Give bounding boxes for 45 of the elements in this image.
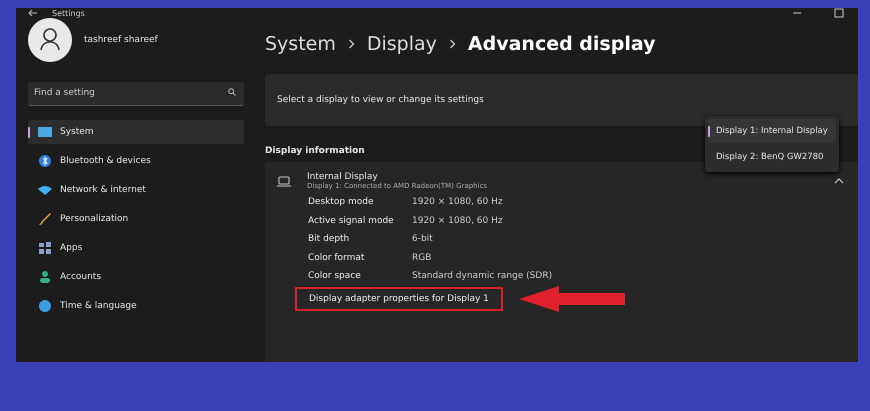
chevron-right-icon [448, 39, 456, 49]
sidebar-item[interactable]: Accounts [28, 265, 244, 289]
dropdown-option[interactable]: Display 2: BenQ GW2780 [708, 145, 836, 169]
dropdown-option[interactable]: Display 1: Internal Display [708, 119, 836, 143]
sidebar-item[interactable]: System [28, 120, 244, 144]
avatar-icon [28, 18, 72, 62]
section-heading: Display information [265, 146, 365, 156]
breadcrumb-item[interactable]: Display [366, 33, 437, 55]
info-value: 6-bit [412, 234, 433, 244]
back-icon[interactable] [28, 9, 38, 17]
accounts-icon [38, 271, 52, 283]
laptop-icon [277, 176, 291, 186]
brush-icon [38, 213, 52, 225]
network-icon [38, 184, 52, 196]
maximize-icon[interactable] [834, 8, 844, 18]
sidebar-item[interactable]: Network & internet [28, 178, 244, 202]
info-value: 1920 × 1080, 60 Hz [412, 197, 503, 208]
search-icon [228, 88, 236, 96]
info-label: Desktop mode [308, 197, 375, 208]
arrow-icon [518, 286, 625, 312]
bluetooth-icon [38, 155, 52, 167]
info-label: Bit depth [308, 234, 350, 244]
info-value: RGB [412, 252, 432, 263]
info-label: Color space [308, 271, 362, 282]
breadcrumb-item: Advanced display [468, 33, 656, 55]
sidebar-item[interactable]: Personalization [28, 207, 244, 231]
apps-icon [38, 242, 52, 254]
chevron-right-icon [348, 39, 355, 49]
display-name: Internal Display [307, 172, 379, 182]
adapter-properties-link[interactable]: Display adapter properties for Display 1 [295, 286, 503, 310]
breadcrumb-item[interactable]: System [265, 33, 336, 55]
info-value: Standard dynamic range (SDR) [412, 271, 552, 282]
setting-label: Select a display to view or change its settings [277, 95, 484, 105]
system-icon [38, 126, 52, 138]
info-value: 1920 × 1080, 60 Hz [412, 216, 503, 226]
globe-icon [38, 300, 52, 312]
sidebar-item[interactable]: Time & language [28, 294, 244, 318]
window-title: Settings [52, 8, 85, 18]
sidebar-item[interactable]: Bluetooth & devices [28, 149, 244, 173]
search-field[interactable]: Find a setting [28, 82, 244, 106]
info-label: Color format [308, 252, 366, 263]
sidebar-item[interactable]: Apps [28, 236, 244, 260]
user-name: tashreef shareef [84, 35, 158, 45]
info-label: Active signal mode [308, 216, 395, 226]
chevron-icon[interactable] [834, 178, 844, 184]
